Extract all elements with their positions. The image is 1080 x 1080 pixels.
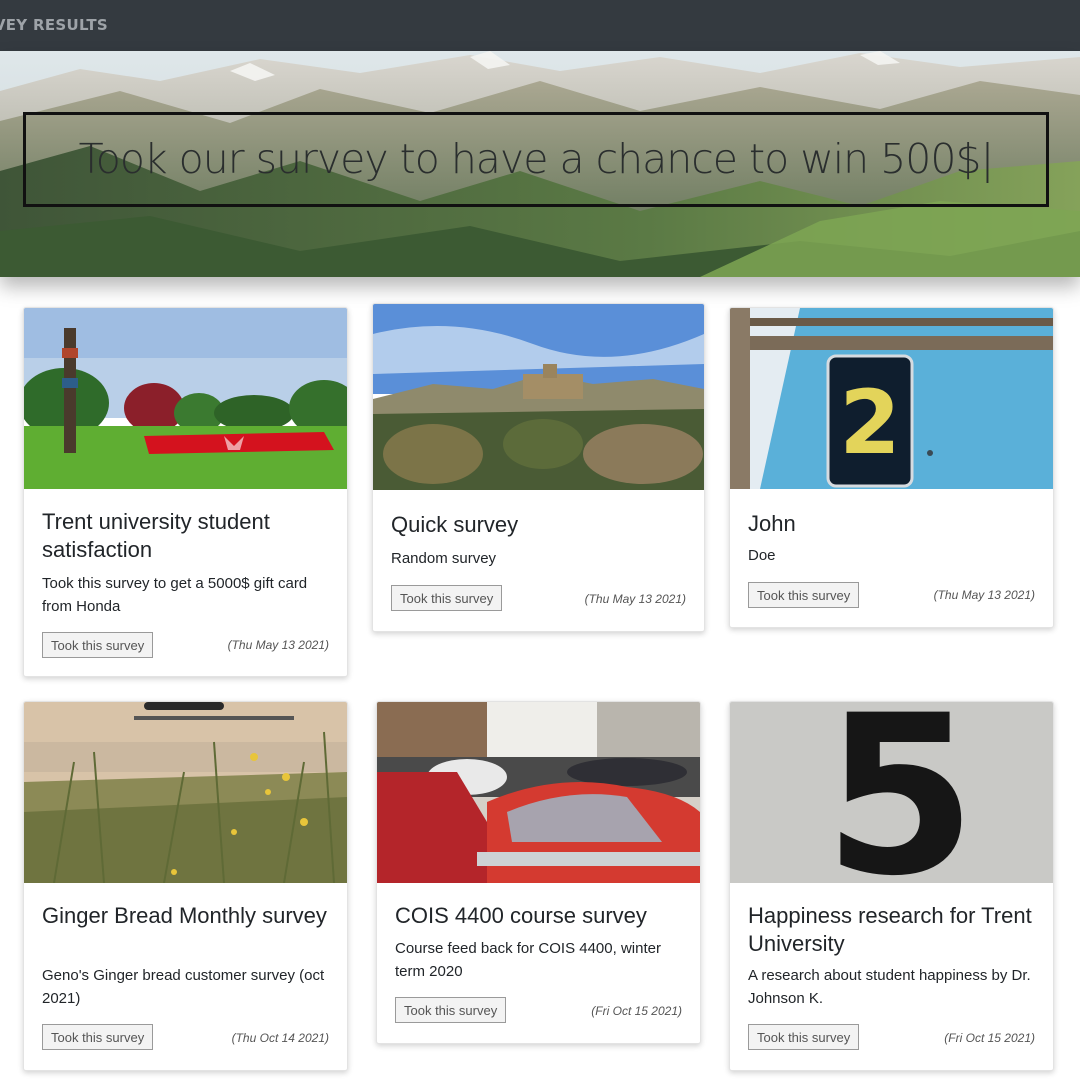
took-survey-button[interactable]: Took this survey <box>395 997 507 1023</box>
survey-card-image <box>24 308 347 489</box>
survey-card-description: Course feed back for COIS 4400, winter t… <box>395 940 661 980</box>
survey-card[interactable]: 2 John Doe Took this survey (Thu May 13 … <box>729 307 1054 628</box>
survey-card-title: Trent university student satisfaction <box>42 509 270 562</box>
survey-card-date: (Thu May 13 2021) <box>584 592 686 606</box>
hero-banner: Took our survey to have a chance to win … <box>0 51 1080 277</box>
took-survey-button[interactable]: Took this survey <box>42 632 154 658</box>
survey-card-description: A research about student happiness by Dr… <box>748 967 1031 1007</box>
survey-card-date: (Thu Oct 14 2021) <box>231 1031 329 1045</box>
survey-card-date: (Fri Oct 15 2021) <box>944 1031 1035 1045</box>
navbar-brand[interactable]: RVEY RESULTS <box>0 16 108 34</box>
survey-card-description: Doe <box>748 547 776 564</box>
survey-card-image <box>373 304 704 490</box>
took-survey-button[interactable]: Took this survey <box>748 582 860 608</box>
survey-card-date: (Thu May 13 2021) <box>227 638 329 652</box>
survey-card-date: (Fri Oct 15 2021) <box>591 1004 682 1018</box>
survey-card[interactable]: 5 Happiness research for Trent Universit… <box>729 701 1054 1071</box>
survey-card[interactable]: Quick survey Random survey Took this sur… <box>372 303 705 632</box>
survey-card-image <box>24 702 347 883</box>
took-survey-button[interactable]: Took this survey <box>391 585 503 611</box>
survey-card-date: (Thu May 13 2021) <box>933 588 1035 602</box>
svg-text:2: 2 <box>839 371 900 474</box>
survey-card[interactable]: Ginger Bread Monthly survey Geno's Ginge… <box>23 701 348 1071</box>
survey-card[interactable]: Trent university student satisfaction To… <box>23 307 348 677</box>
survey-card[interactable]: COIS 4400 course survey Course feed back… <box>376 701 701 1044</box>
survey-card-image: 2 <box>730 308 1053 489</box>
survey-card-description: Random survey <box>391 550 497 567</box>
survey-card-title: Happiness research for Trent University <box>748 903 1032 956</box>
hero-headline: Took our survey to have a chance to win … <box>78 135 995 183</box>
survey-card-title: COIS 4400 course survey <box>395 903 647 928</box>
svg-text:5: 5 <box>823 702 976 883</box>
survey-card-description: Geno's Ginger bread customer survey (oct… <box>42 967 325 1007</box>
hero-headline-box: Took our survey to have a chance to win … <box>23 112 1049 207</box>
top-navbar: RVEY RESULTS <box>0 0 1080 51</box>
survey-card-title: Ginger Bread Monthly survey <box>42 903 327 928</box>
took-survey-button[interactable]: Took this survey <box>748 1024 860 1050</box>
survey-card-image <box>377 702 700 883</box>
survey-card-title: John <box>748 511 796 536</box>
survey-card-image: 5 <box>730 702 1053 883</box>
survey-card-title: Quick survey <box>391 512 519 537</box>
survey-card-description: Took this survey to get a 5000$ gift car… <box>42 575 308 615</box>
took-survey-button[interactable]: Took this survey <box>42 1024 154 1050</box>
